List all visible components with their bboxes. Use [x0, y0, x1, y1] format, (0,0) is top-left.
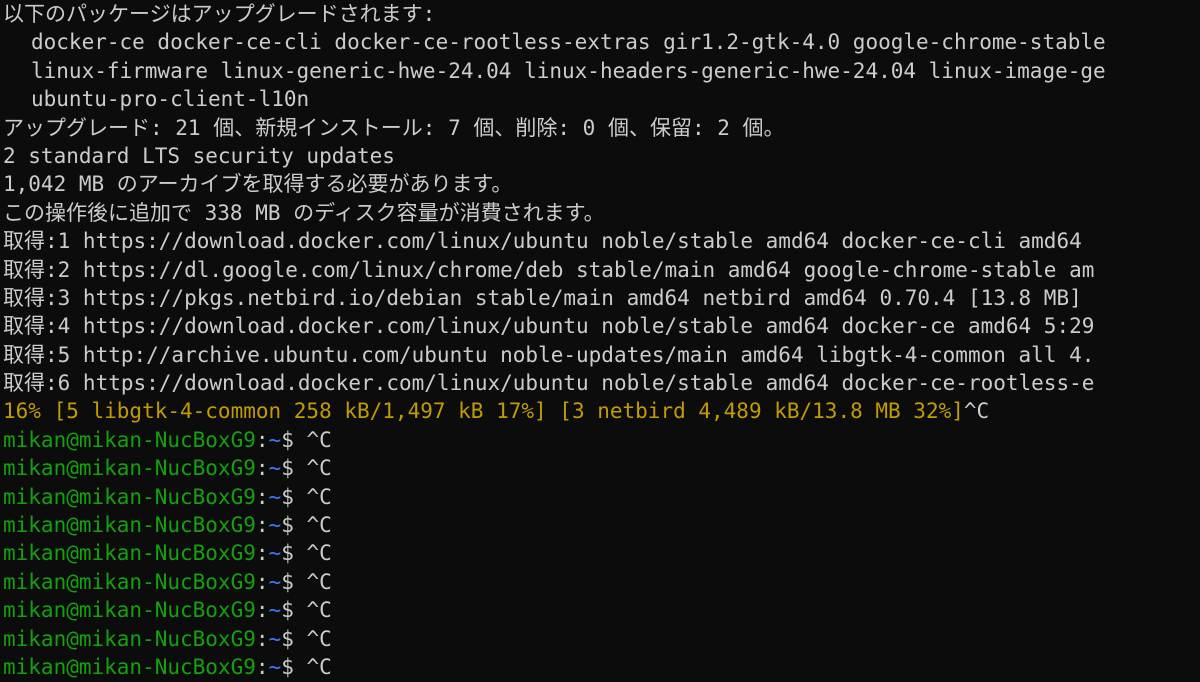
- progress-line: 16% [5 libgtk-4-common 258 kB/1,497 kB 1…: [3, 397, 1200, 425]
- prompt-colon: :: [255, 541, 269, 566]
- prompt-path: ~: [268, 569, 282, 594]
- prompt-command: ^C: [306, 569, 332, 594]
- prompt-dollar: $: [281, 456, 307, 481]
- prompt-user-host: mikan@mikan-NucBoxG9: [3, 427, 256, 452]
- prompt-user-host: mikan@mikan-NucBoxG9: [3, 598, 256, 623]
- download-line: 取得:1 https://download.docker.com/linux/u…: [3, 229, 1082, 254]
- prompt-colon: :: [255, 427, 269, 452]
- prompt-command: ^C: [306, 427, 332, 452]
- shell-prompt-line: mikan@mikan-NucBoxG9:~$ ^C: [3, 625, 1200, 653]
- prompt-user-host: mikan@mikan-NucBoxG9: [3, 654, 256, 679]
- prompt-colon: :: [255, 569, 269, 594]
- prompt-command: ^C: [306, 654, 332, 679]
- download-line: 取得:6 https://download.docker.com/linux/u…: [3, 371, 1095, 396]
- prompt-user-host: mikan@mikan-NucBoxG9: [3, 626, 256, 651]
- interrupt-marker: ^C: [963, 399, 990, 424]
- prompt-colon: :: [255, 456, 269, 481]
- prompt-user-host: mikan@mikan-NucBoxG9: [3, 513, 256, 538]
- prompt-dollar: $: [281, 513, 307, 538]
- shell-prompt-line: mikan@mikan-NucBoxG9:~$ ^C: [3, 596, 1200, 624]
- download-line: 取得:5 http://archive.ubuntu.com/ubuntu no…: [3, 342, 1095, 367]
- prompt-colon: :: [255, 484, 269, 509]
- prompt-command: ^C: [306, 484, 332, 509]
- shell-prompt-line: mikan@mikan-NucBoxG9:~$ ^C: [3, 653, 1200, 681]
- archive-size-line: 1,042 MB のアーカイブを取得する必要があります。: [3, 172, 513, 197]
- prompt-colon: :: [255, 654, 269, 679]
- prompt-dollar: $: [281, 427, 307, 452]
- prompt-dollar: $: [281, 569, 307, 594]
- prompt-user-host: mikan@mikan-NucBoxG9: [3, 541, 256, 566]
- prompt-command: ^C: [306, 598, 332, 623]
- prompt-path: ~: [268, 598, 282, 623]
- prompt-colon: :: [255, 598, 269, 623]
- package-list-line: linux-firmware linux-generic-hwe-24.04 l…: [31, 58, 1106, 83]
- terminal-window[interactable]: 以下のパッケージはアップグレードされます: docker-ce docker-c…: [0, 0, 1200, 682]
- prompt-path: ~: [268, 541, 282, 566]
- shell-prompt-line: mikan@mikan-NucBoxG9:~$ ^C: [3, 483, 1200, 511]
- prompt-user-host: mikan@mikan-NucBoxG9: [3, 569, 256, 594]
- package-list-line: ubuntu-pro-client-l10n: [31, 87, 310, 112]
- prompt-dollar: $: [281, 626, 307, 651]
- progress-status: 16% [5 libgtk-4-common 258 kB/1,497 kB 1…: [3, 399, 964, 424]
- shell-prompt-line: mikan@mikan-NucBoxG9:~$ ^C: [3, 511, 1200, 539]
- prompt-path: ~: [268, 654, 282, 679]
- shell-prompt-line: mikan@mikan-NucBoxG9:~$ ^C: [3, 454, 1200, 482]
- prompt-command: ^C: [306, 456, 332, 481]
- disk-usage-line: この操作後に追加で 338 MB のディスク容量が消費されます。: [3, 200, 605, 225]
- prompt-user-host: mikan@mikan-NucBoxG9: [3, 456, 256, 481]
- prompt-user-host: mikan@mikan-NucBoxG9: [3, 484, 256, 509]
- prompt-path: ~: [268, 626, 282, 651]
- prompt-path: ~: [268, 427, 282, 452]
- prompt-path: ~: [268, 513, 282, 538]
- download-line: 取得:4 https://download.docker.com/linux/u…: [3, 314, 1095, 339]
- prompt-dollar: $: [281, 484, 307, 509]
- prompt-path: ~: [268, 456, 282, 481]
- prompt-dollar: $: [281, 598, 307, 623]
- prompt-dollar: $: [281, 654, 307, 679]
- upgrade-summary: アップグレード: 21 個、新規インストール: 7 個、削除: 0 個、保留: …: [3, 115, 785, 140]
- shell-prompt-line: mikan@mikan-NucBoxG9:~$ ^C: [3, 539, 1200, 567]
- prompt-path: ~: [268, 484, 282, 509]
- package-list-line: docker-ce docker-ce-cli docker-ce-rootle…: [31, 30, 1106, 55]
- prompt-command: ^C: [306, 626, 332, 651]
- download-line: 取得:2 https://dl.google.com/linux/chrome/…: [3, 257, 1095, 282]
- prompt-dollar: $: [281, 541, 307, 566]
- prompt-command: ^C: [306, 513, 332, 538]
- prompt-colon: :: [255, 513, 269, 538]
- prompt-command: ^C: [306, 541, 332, 566]
- download-line: 取得:3 https://pkgs.netbird.io/debian stab…: [3, 285, 1082, 310]
- prompt-colon: :: [255, 626, 269, 651]
- security-updates-line: 2 standard LTS security updates: [3, 143, 395, 168]
- shell-prompt-line: mikan@mikan-NucBoxG9:~$ ^C: [3, 568, 1200, 596]
- upgrade-header: 以下のパッケージはアップグレードされます:: [3, 2, 436, 26]
- shell-prompt-line: mikan@mikan-NucBoxG9:~$ ^C: [3, 426, 1200, 454]
